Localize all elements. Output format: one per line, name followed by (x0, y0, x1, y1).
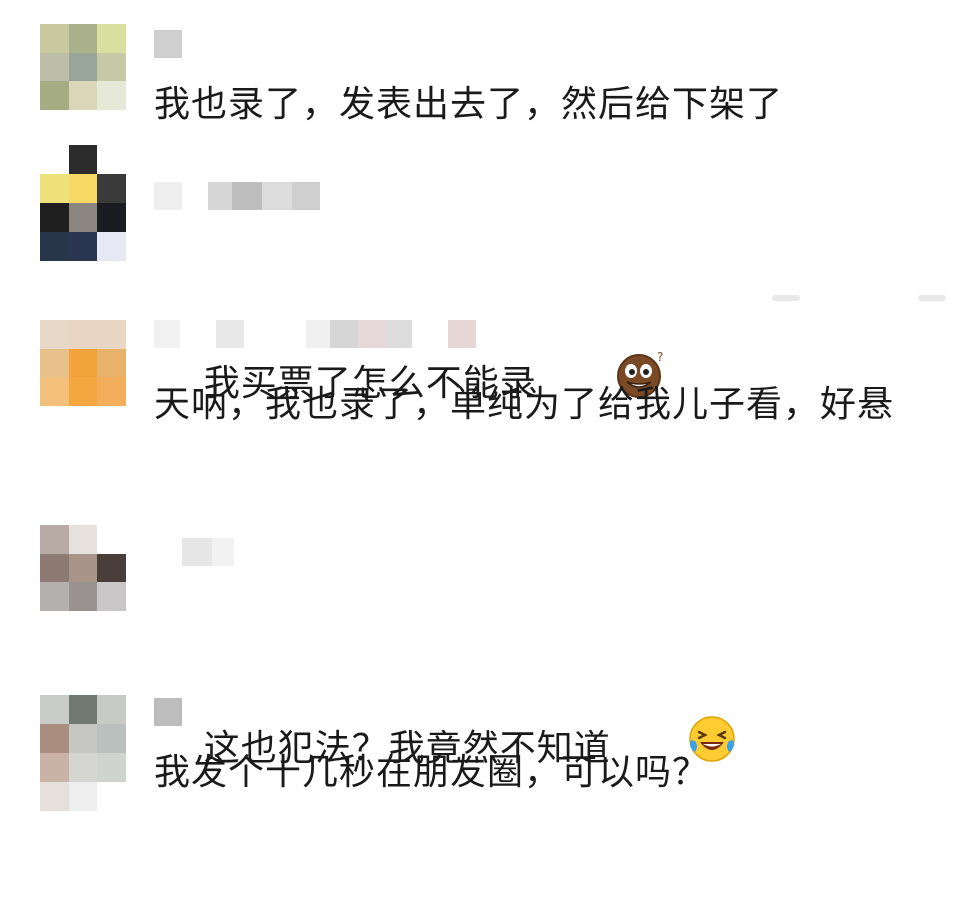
comment-text: 天呐，我也录了，单纯为了给我儿子看，好悬 (154, 384, 895, 425)
avatar[interactable] (40, 320, 126, 406)
comment-item: 我买票了怎么不能录 ? (0, 140, 960, 404)
username-blurred[interactable] (154, 30, 182, 58)
username-blurred[interactable] (154, 538, 234, 566)
comment-text: 我也录了，发表出去了，然后给下架了 (154, 84, 784, 125)
comment-text: 我发个十几秒在朋友圈，可以吗？ (154, 752, 710, 793)
avatar[interactable] (40, 24, 126, 110)
username-blurred[interactable] (154, 182, 320, 210)
comment-item: 天呐，我也录了，单纯为了给我儿子看，好悬 (0, 300, 960, 510)
comment-item: 我发个十几秒在朋友圈，可以吗？ (0, 670, 960, 811)
comment-item: 这也犯法？我竟然不知道 (0, 510, 960, 769)
username-blurred[interactable] (154, 698, 182, 726)
comment-item: 我也录了，发表出去了，然后给下架了 (0, 0, 960, 140)
avatar[interactable] (40, 525, 126, 611)
avatar[interactable] (40, 695, 126, 811)
username-blurred[interactable] (154, 320, 476, 348)
avatar[interactable] (40, 145, 126, 261)
